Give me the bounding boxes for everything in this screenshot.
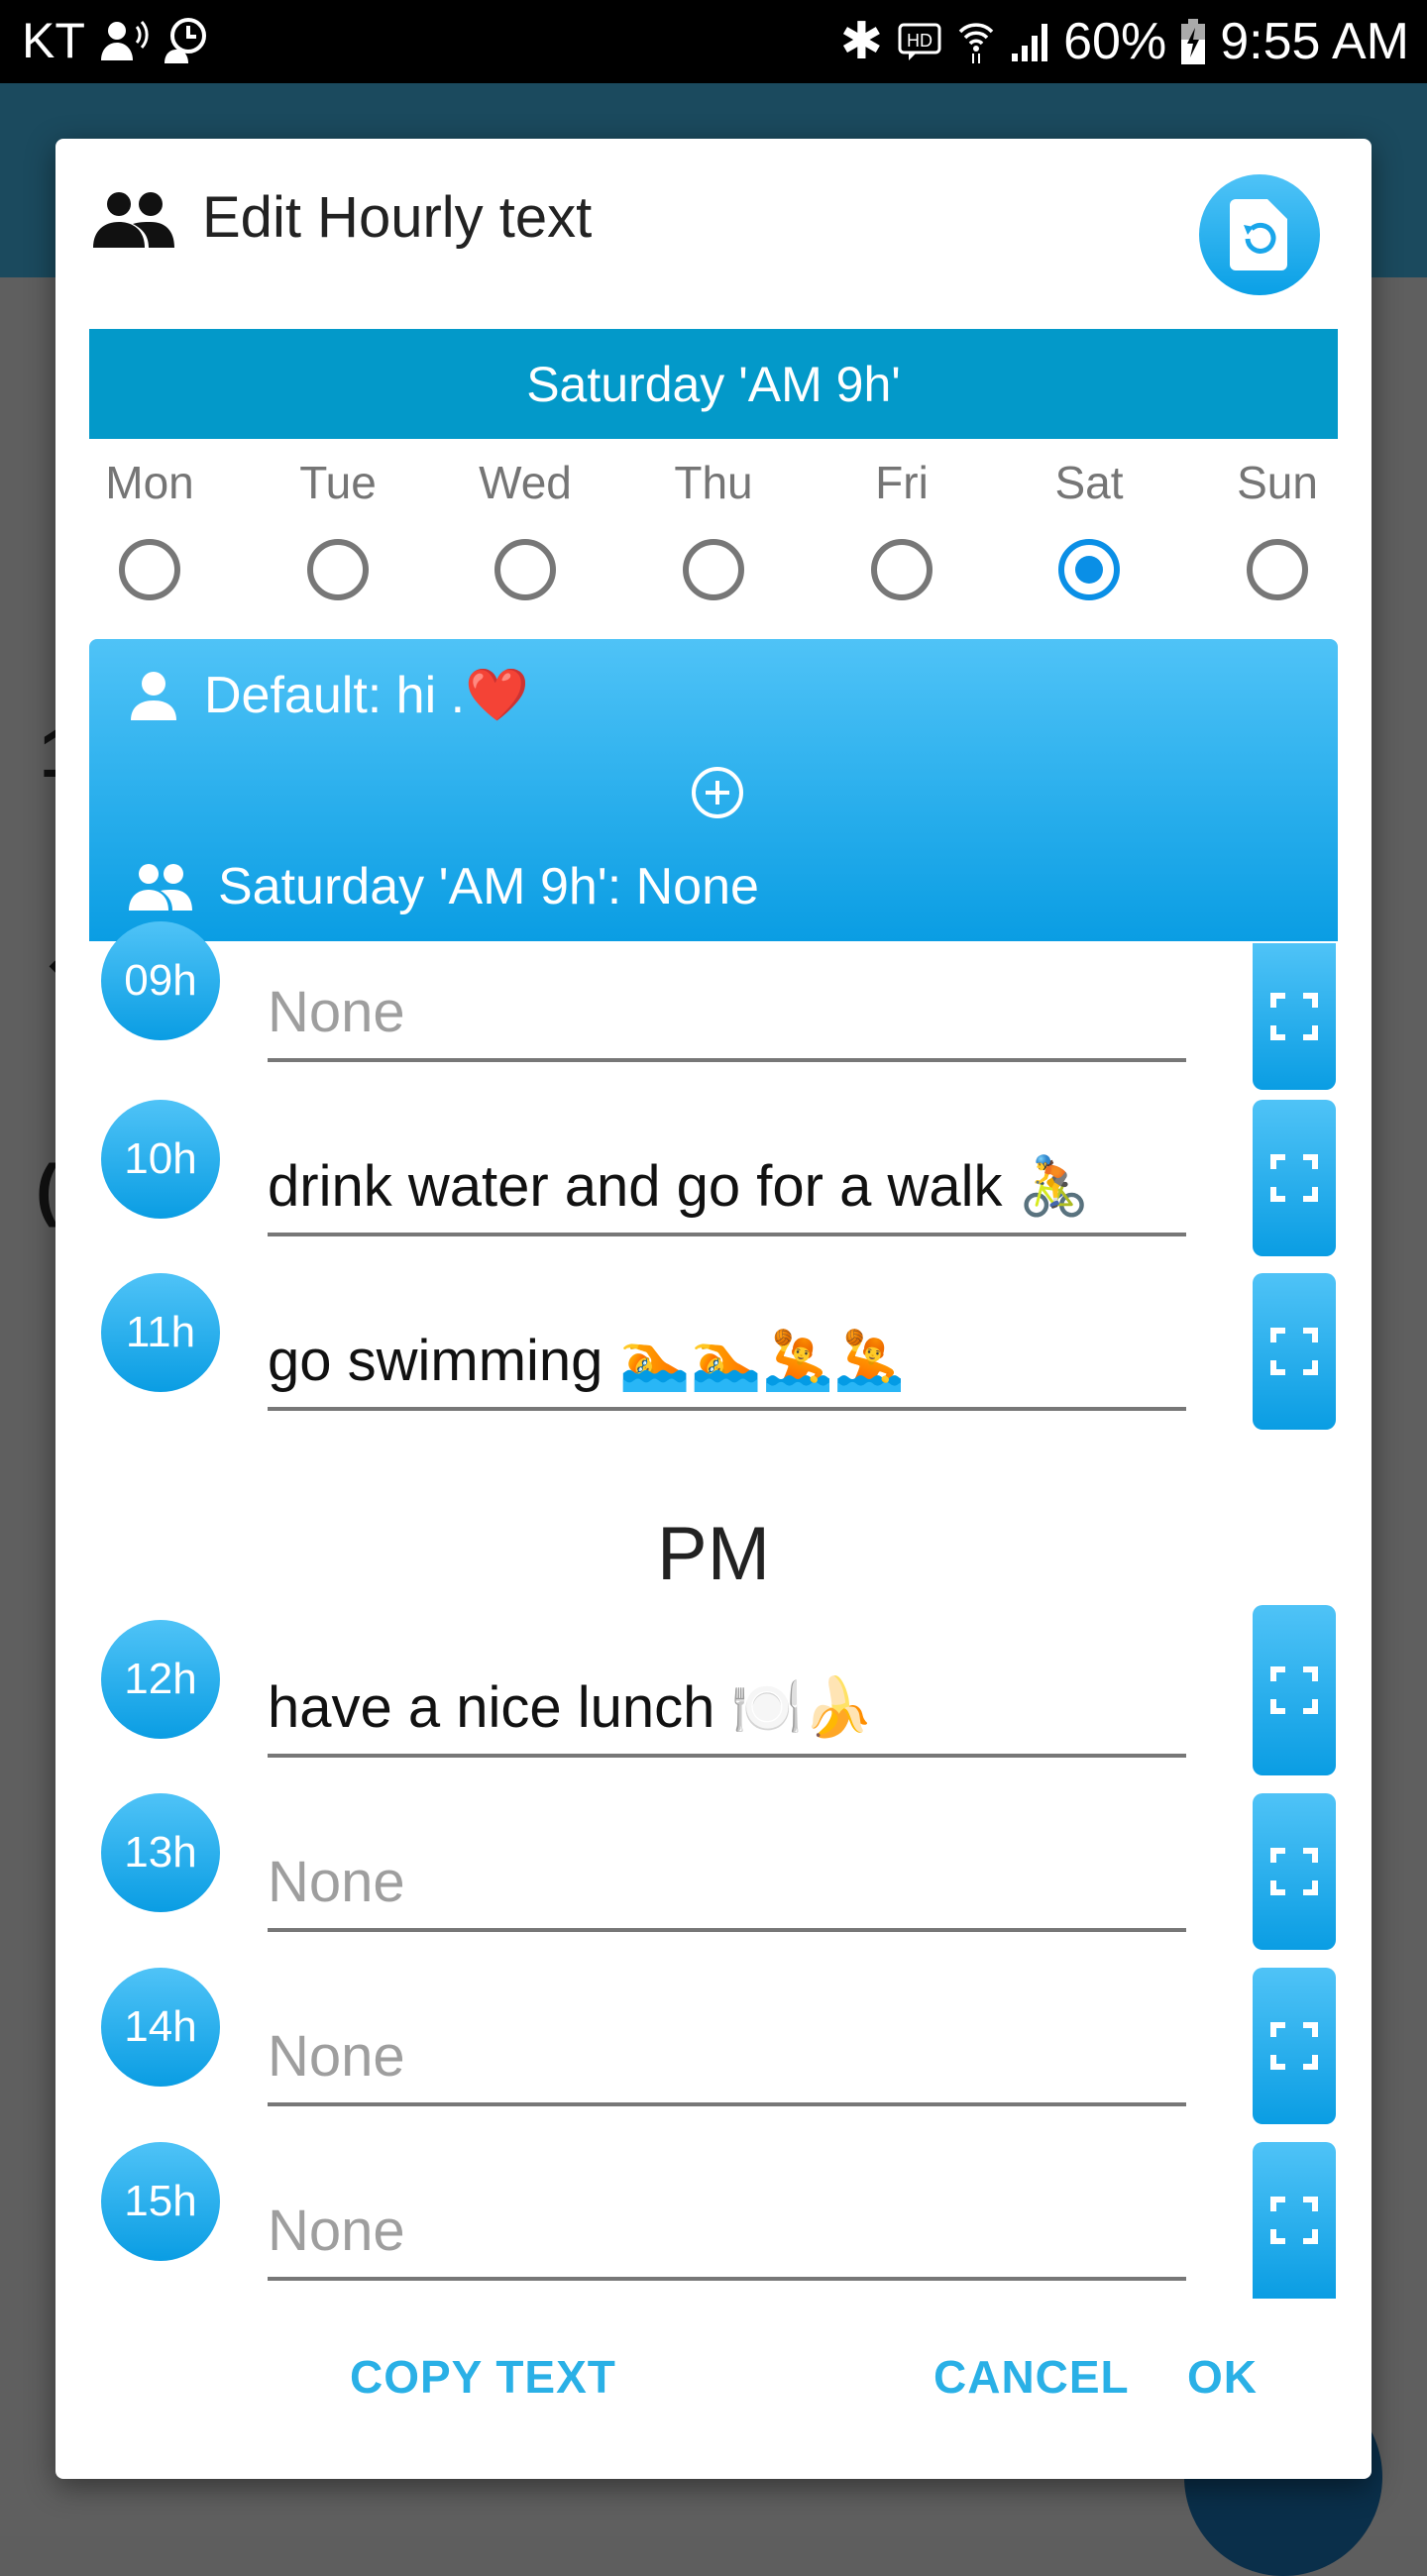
hour-text-input[interactable]: None <box>268 979 1186 1062</box>
expand-button[interactable] <box>1253 943 1336 1090</box>
hour-badge: 12h <box>101 1620 220 1739</box>
day-radio-sun[interactable] <box>1247 539 1308 600</box>
day-label-sun: Sun <box>1237 457 1318 508</box>
hour-text-input[interactable]: have a nice lunch 🍽️🍌 <box>268 1674 1186 1758</box>
fullscreen-icon <box>1270 1328 1318 1375</box>
fullscreen-icon <box>1270 1848 1318 1895</box>
fullscreen-icon <box>1270 1666 1318 1714</box>
hour-badge: 14h <box>101 1968 220 2087</box>
group-icon <box>93 192 174 248</box>
svg-text:HD: HD <box>907 31 933 51</box>
hour-text-input[interactable]: drink water and go for a walk 🚴 <box>268 1153 1186 1236</box>
hour-text-input[interactable]: go swimming 🏊🏊🤽🤽 <box>268 1328 1186 1411</box>
specific-text-line: Saturday 'AM 9h': None <box>129 857 759 916</box>
signal-icon <box>1012 24 1048 61</box>
day-radio-mon[interactable] <box>119 539 180 600</box>
hour-badge: 13h <box>101 1793 220 1912</box>
summary-panel: Default: hi .❤️ Saturday 'AM 9h': None <box>89 639 1338 941</box>
fullscreen-icon <box>1270 1154 1318 1202</box>
hour-badge: 15h <box>101 2142 220 2261</box>
day-label-sat: Sat <box>1054 457 1124 508</box>
day-radio-thu[interactable] <box>683 539 744 600</box>
edit-hourly-text-dialog: Edit Hourly text Saturday 'AM 9h' Mon Tu… <box>55 139 1372 2479</box>
wifi-icon <box>958 23 994 63</box>
day-label-thu: Thu <box>674 457 753 508</box>
dialog-title: Edit Hourly text <box>202 185 593 250</box>
battery-charging-icon <box>1181 19 1206 64</box>
pm-section-label: PM <box>657 1512 770 1596</box>
battery-percent: 60% <box>1063 13 1167 70</box>
day-radio-fri[interactable] <box>871 539 933 600</box>
specific-text: Saturday 'AM 9h': None <box>218 858 759 915</box>
restore-button[interactable] <box>1199 174 1320 295</box>
bluetooth-icon: ✱ <box>839 13 884 70</box>
hd-voice-icon: HD <box>898 23 941 60</box>
clock: 9:55 AM <box>1220 13 1409 70</box>
fullscreen-icon <box>1270 2197 1318 2244</box>
hour-badge: 09h <box>101 921 220 1040</box>
status-bar: KT ✱ HD 60% 9:55 AM <box>0 0 1427 83</box>
day-radio-wed[interactable] <box>494 539 556 600</box>
fullscreen-icon <box>1270 2022 1318 2070</box>
voice-call-icon <box>100 20 149 60</box>
hour-text-input[interactable]: None <box>268 2198 1186 2281</box>
expand-button[interactable] <box>1253 2142 1336 2299</box>
cancel-button[interactable]: CANCEL <box>933 2350 1130 2404</box>
person-icon <box>131 671 176 720</box>
default-text: Default: hi .❤️ <box>204 667 529 724</box>
default-text-line: Default: hi .❤️ <box>129 665 529 725</box>
selected-slot-header: Saturday 'AM 9h' <box>89 329 1338 439</box>
day-radio-sat[interactable] <box>1058 539 1120 600</box>
group-icon <box>129 864 192 911</box>
hour-text-input[interactable]: None <box>268 2023 1186 2106</box>
expand-button[interactable] <box>1253 1968 1336 2124</box>
day-label-fri: Fri <box>875 457 929 508</box>
ok-button[interactable]: OK <box>1187 2350 1258 2404</box>
carrier-label: KT <box>22 13 85 68</box>
hour-text-input[interactable]: None <box>268 1849 1186 1932</box>
day-radio-tue[interactable] <box>307 539 369 600</box>
expand-button[interactable] <box>1253 1793 1336 1950</box>
hour-badge: 11h <box>101 1273 220 1392</box>
alarm-icon <box>164 18 206 63</box>
add-circle-icon[interactable] <box>690 765 745 820</box>
file-restore-icon <box>1230 199 1287 270</box>
fullscreen-icon <box>1270 993 1318 1040</box>
hour-badge: 10h <box>101 1100 220 1219</box>
day-label-wed: Wed <box>479 457 572 508</box>
expand-button[interactable] <box>1253 1100 1336 1256</box>
expand-button[interactable] <box>1253 1273 1336 1430</box>
copy-text-button[interactable]: COPY TEXT <box>350 2350 616 2404</box>
day-label-tue: Tue <box>299 457 377 508</box>
day-label-mon: Mon <box>105 457 194 508</box>
expand-button[interactable] <box>1253 1605 1336 1775</box>
